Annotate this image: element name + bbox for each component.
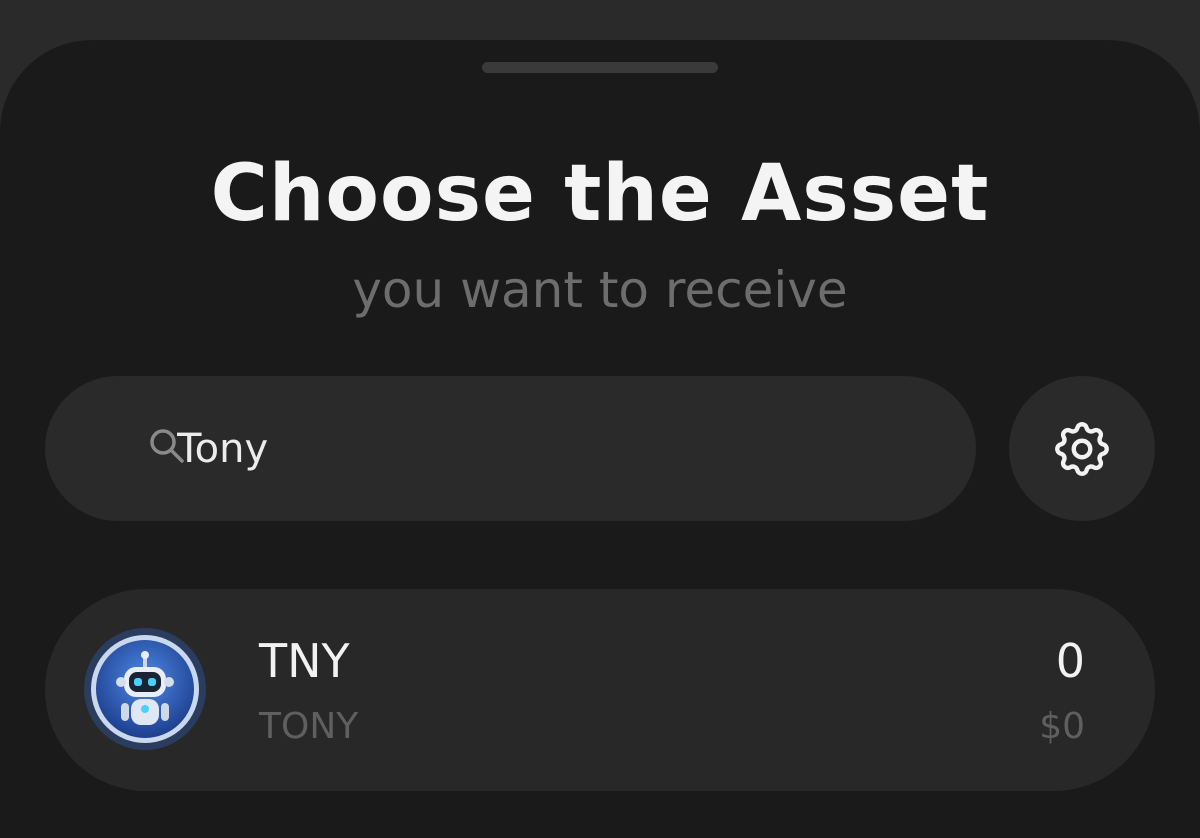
asset-fiat-value: $0 bbox=[1039, 706, 1085, 747]
sheet-drag-handle[interactable] bbox=[482, 62, 718, 73]
asset-list-item[interactable]: TNY TONY 0 $0 bbox=[45, 589, 1155, 791]
search-bar[interactable] bbox=[45, 376, 976, 521]
robot-token-icon bbox=[84, 628, 206, 750]
settings-button[interactable] bbox=[1009, 376, 1155, 521]
asset-balance: 0 bbox=[1055, 634, 1085, 688]
asset-picker-sheet: Choose the Asset you want to receive Ton… bbox=[0, 40, 1200, 838]
search-input[interactable] bbox=[177, 376, 937, 521]
asset-name: TONY bbox=[259, 706, 359, 747]
page-subtitle: you want to receive bbox=[352, 261, 848, 319]
page-title: Choose the Asset bbox=[210, 149, 990, 239]
asset-symbol: TNY bbox=[259, 634, 350, 688]
gear-icon bbox=[1055, 421, 1109, 476]
